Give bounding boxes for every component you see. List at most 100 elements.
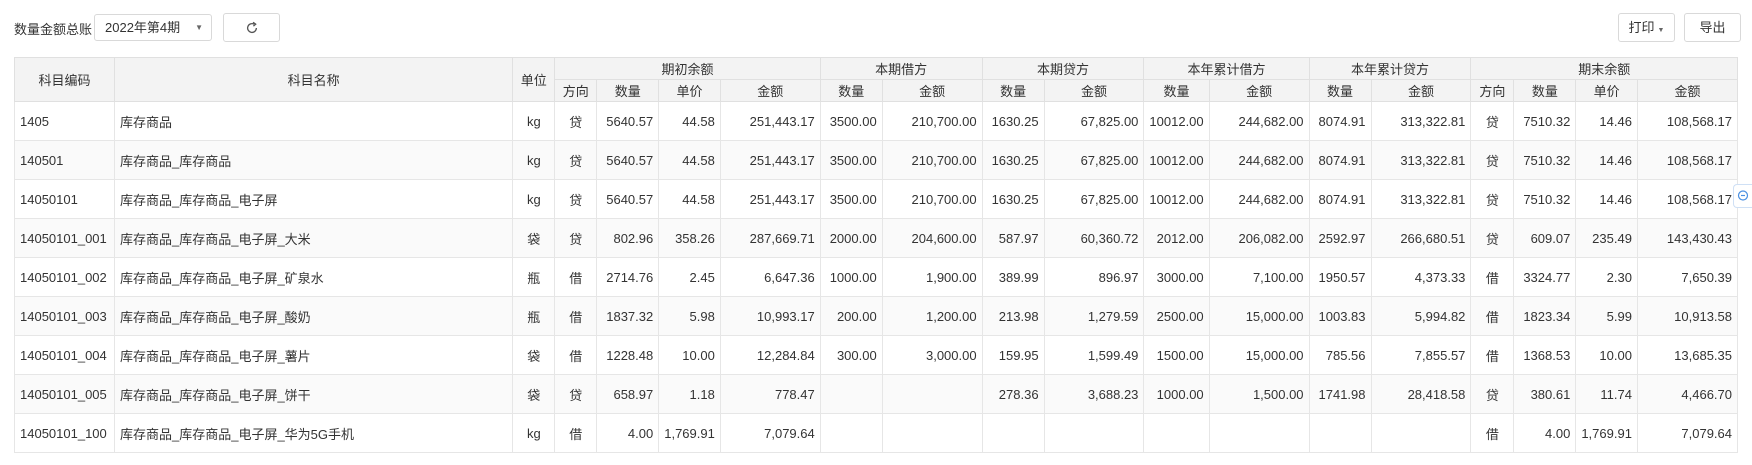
opening-amount-cell: 251,443.17 — [719, 179, 821, 219]
period-credit-amount-cell: 67,825.00 — [1043, 101, 1145, 141]
period-debit-quantity-cell: 200.00 — [819, 296, 883, 336]
period-credit-quantity-cell: 278.36 — [981, 374, 1045, 414]
print-label: 打印 — [1628, 20, 1655, 35]
closing-quantity-cell: 4.00 — [1513, 413, 1577, 453]
account-code-cell: 140501 — [14, 140, 115, 180]
period-debit-quantity-cell: 2000.00 — [819, 218, 883, 258]
period-debit-quantity-cell: 3500.00 — [819, 140, 883, 180]
closing-quantity-cell: 3324.77 — [1513, 257, 1577, 297]
opening-price-cell: 10.00 — [658, 335, 721, 375]
closing-direction-cell: 贷 — [1470, 140, 1515, 180]
refresh-button[interactable] — [223, 13, 280, 42]
account-name-cell: 库存商品_库存商品_电子屏_薯片 — [113, 335, 514, 375]
ytd-debit-amount-cell: 15,000.00 — [1208, 296, 1310, 336]
opening-amount-cell: 7,079.64 — [719, 413, 821, 453]
account-name-cell: 库存商品_库存商品 — [113, 140, 514, 180]
closing-quantity-cell: 7510.32 — [1513, 101, 1577, 141]
table-row[interactable]: 14050101_003 库存商品_库存商品_电子屏_酸奶瓶借 1837.32 5.9… — [14, 296, 1738, 336]
period-debit-amount-cell: 1,200.00 — [881, 296, 983, 336]
ytd-credit-quantity-cell: 785.56 — [1308, 335, 1372, 375]
print-button[interactable]: 打印 ▼ — [1618, 13, 1675, 42]
opening-quantity-cell: 658.97 — [596, 374, 660, 414]
ytd-debit-amount-cell: 1,500.00 — [1208, 374, 1310, 414]
closing-quantity-cell: 1823.34 — [1513, 296, 1577, 336]
opening-price-cell: 1.18 — [658, 374, 721, 414]
table-row[interactable]: 14050101_001 库存商品_库存商品_电子屏_大米袋贷 802.96 358.… — [14, 218, 1738, 258]
ytd-credit-quantity-cell: 8074.91 — [1308, 101, 1372, 141]
header-row-groups: 科目编码 科目名称 单位 期初余额 本期借方 本期贷方 本年累计借方 本年累计贷… — [14, 57, 1738, 102]
header-name: 科目名称 — [113, 57, 514, 102]
period-select[interactable]: 2022年第4期 ▼ — [94, 14, 212, 41]
account-code-cell: 1405 — [14, 101, 115, 141]
closing-amount-cell: 7,079.64 — [1636, 413, 1738, 453]
closing-direction-cell: 贷 — [1470, 179, 1515, 219]
header-quantity: 数量 — [819, 79, 883, 102]
table-row[interactable]: 14050101_002 库存商品_库存商品_电子屏_矿泉水瓶借 2714.76 2.… — [14, 257, 1738, 297]
opening-amount-cell: 251,443.17 — [719, 140, 821, 180]
period-debit-amount-cell: 204,600.00 — [881, 218, 983, 258]
period-credit-amount-cell: 60,360.72 — [1043, 218, 1145, 258]
ytd-credit-amount-cell: 4,373.33 — [1370, 257, 1472, 297]
table-row[interactable]: 14050101_100 库存商品_库存商品_电子屏_华为5G手机 kg 借 4.00 1… — [14, 413, 1738, 453]
closing-amount-cell: 108,568.17 — [1636, 140, 1738, 180]
opening-quantity-cell: 1228.48 — [596, 335, 660, 375]
account-code-cell: 14050101_004 — [14, 335, 115, 375]
header-amount: 金额 — [881, 79, 983, 102]
ytd-credit-quantity-cell: 1950.57 — [1308, 257, 1372, 297]
opening-amount-cell: 778.47 — [719, 374, 821, 414]
closing-direction-cell: 贷 — [1470, 374, 1515, 414]
opening-amount-cell: 287,669.71 — [719, 218, 821, 258]
opening-direction-cell: 贷 — [554, 140, 598, 180]
account-name-cell: 库存商品_库存商品_电子屏_饼干 — [113, 374, 514, 414]
refresh-icon — [246, 21, 257, 33]
period-debit-amount-cell — [881, 413, 983, 453]
opening-quantity-cell: 802.96 — [596, 218, 660, 258]
closing-direction-cell: 借 — [1470, 335, 1515, 375]
ytd-debit-amount-cell: 244,682.00 — [1208, 101, 1310, 141]
header-direction: 方向 — [1470, 79, 1515, 102]
table-row[interactable]: 14050101_004 库存商品_库存商品_电子屏_薯片袋 借 1228.48 10.… — [14, 335, 1738, 375]
export-button[interactable]: 导出 — [1684, 13, 1741, 42]
header-group-period-credit: 本期贷方 — [981, 57, 1145, 80]
unit-cell: 瓶 — [512, 296, 556, 336]
closing-amount-cell: 143,430.43 — [1636, 218, 1738, 258]
header-quantity: 数量 — [981, 79, 1045, 102]
opening-price-cell: 44.58 — [658, 179, 721, 219]
opening-price-cell: 44.58 — [658, 101, 721, 141]
unit-cell: kg — [512, 413, 556, 453]
ytd-debit-quantity-cell: 2012.00 — [1143, 218, 1210, 258]
closing-price-cell: 235.49 — [1575, 218, 1638, 258]
header-amount: 金额 — [1208, 79, 1310, 102]
opening-quantity-cell: 5640.57 — [596, 140, 660, 180]
table-row[interactable]: 14050101 库存商品_库存商品_电子屏 kg 贷 5640.57 44.58 251,… — [14, 179, 1738, 219]
ytd-debit-quantity-cell: 2500.00 — [1143, 296, 1210, 336]
account-code-cell: 14050101_005 — [14, 374, 115, 414]
closing-price-cell: 5.99 — [1575, 296, 1638, 336]
header-group-opening: 期初余额 — [554, 57, 821, 80]
table-row[interactable]: 1405 库存商品 kg 贷 5640.57 44.58 251,443.17 3500.00… — [14, 101, 1738, 141]
opening-direction-cell: 贷 — [554, 218, 598, 258]
unit-cell: 瓶 — [512, 257, 556, 297]
closing-quantity-cell: 7510.32 — [1513, 140, 1577, 180]
period-debit-quantity-cell — [819, 413, 883, 453]
closing-amount-cell: 108,568.17 — [1636, 179, 1738, 219]
opening-direction-cell: 贷 — [554, 374, 598, 414]
header-code: 科目编码 — [14, 57, 115, 102]
opening-price-cell: 2.45 — [658, 257, 721, 297]
opening-quantity-cell: 2714.76 — [596, 257, 660, 297]
header-quantity: 数量 — [1308, 79, 1372, 102]
ytd-debit-quantity-cell: 1500.00 — [1143, 335, 1210, 375]
ytd-debit-quantity-cell: 10012.00 — [1143, 140, 1210, 180]
ytd-credit-quantity-cell: 1003.83 — [1308, 296, 1372, 336]
closing-direction-cell: 借 — [1470, 296, 1515, 336]
closing-price-cell: 2.30 — [1575, 257, 1638, 297]
opening-amount-cell: 12,284.84 — [719, 335, 821, 375]
account-code-cell: 14050101 — [14, 179, 115, 219]
side-panel-toggle[interactable] — [1733, 184, 1752, 208]
period-debit-amount-cell: 1,900.00 — [881, 257, 983, 297]
unit-cell: 袋 — [512, 335, 556, 375]
ytd-debit-quantity-cell: 1000.00 — [1143, 374, 1210, 414]
closing-price-cell: 11.74 — [1575, 374, 1638, 414]
table-row[interactable]: 14050101_005 库存商品_库存商品_电子屏_饼干袋贷 658.97 1.18… — [14, 374, 1738, 414]
table-row[interactable]: 140501 库存商品_库存商品 kg 贷 5640.57 44.58 251,443.17… — [14, 140, 1738, 180]
